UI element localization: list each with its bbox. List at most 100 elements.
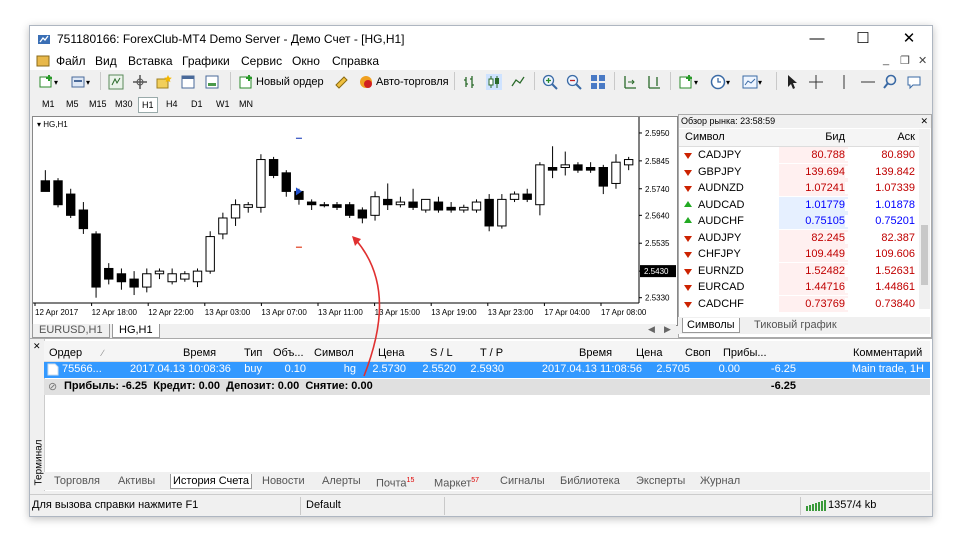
menu-help[interactable]: Справка [332,54,379,68]
tf-h4[interactable]: H4 [163,97,181,111]
menu-window[interactable]: Окно [292,54,320,68]
col-open-time[interactable]: Время [183,345,216,361]
new-chart-button[interactable]: ▾ [38,73,58,91]
zoom-in-button[interactable] [542,73,558,91]
navigator-button[interactable] [132,73,148,91]
menu-view[interactable]: Вид [95,54,117,68]
market-row-audcad[interactable]: AUDCAD 1.01779 1.01878 [679,196,919,213]
market-watch-button[interactable] [108,73,124,91]
tab-alerts[interactable]: Алерты [322,474,361,488]
tab-account-history[interactable]: История Счета [170,474,253,489]
menu-file[interactable]: Файл [56,54,86,68]
tf-w1[interactable]: W1 [213,97,233,111]
auto-trading-button[interactable]: Авто-торговля [358,73,449,91]
close-button[interactable]: ✕ [886,26,932,52]
tf-m15[interactable]: M15 [86,97,110,111]
chat-button[interactable] [906,73,922,91]
candlestick-button[interactable] [486,73,502,91]
metaeditor-button[interactable] [334,73,350,91]
col-bid[interactable]: Бид [779,131,845,143]
crosshair-button[interactable] [808,73,824,91]
col-tp[interactable]: T / P [480,345,503,361]
bar-chart-button[interactable] [462,73,478,91]
tab-exposure[interactable]: Активы [118,474,155,488]
auto-scroll-button[interactable] [622,73,638,91]
market-row-cadchf[interactable]: CADCHF 0.73769 0.73840 [679,295,919,312]
tf-d1[interactable]: D1 [188,97,206,111]
chart-tabs: EURUSD,H1 HG,H1 ◀ ▶ [32,324,676,338]
periods-button[interactable]: ▾ [710,73,730,91]
col-order[interactable]: Ордер [49,345,82,361]
menu-tools[interactable]: Сервис [241,54,282,68]
tab-mailbox[interactable]: Почта15 [376,474,414,490]
mdi-minimize-button[interactable]: _ [883,54,889,66]
market-row-eurcad[interactable]: EURCAD 1.44716 1.44861 [679,279,919,295]
tab-journal[interactable]: Журнал [700,474,740,488]
price-chart[interactable]: ▾ HG,H1 2.5950 2.5845 2.5740 2.5640 2.5535 2.5… [32,116,678,326]
menu-insert[interactable]: Вставка [128,54,173,68]
close-icon[interactable]: ✕ [920,115,928,128]
chart-shift-button[interactable] [646,73,662,91]
tf-m30[interactable]: M30 [112,97,136,111]
vertical-line-button[interactable] [836,73,852,91]
scroll-right-icon[interactable]: ▶ [664,324,671,335]
terminal-close-icon[interactable]: ✕ [33,341,41,352]
tab-library[interactable]: Библиотека [560,474,620,488]
search-button[interactable] [882,73,898,91]
market-row-audjpy[interactable]: AUDJPY 82.245 82.387 [679,229,919,246]
market-row-audnzd[interactable]: AUDNZD 1.07241 1.07339 [679,180,919,196]
candlestick-chart[interactable]: ▾ HG,H1 2.5950 2.5845 2.5740 2.5640 2.5535 2.5… [33,117,677,325]
tf-h1[interactable]: H1 [138,97,158,113]
col-profit[interactable]: Прибы... [723,345,767,361]
tab-news[interactable]: Новости [262,474,305,488]
market-row-cadjpy[interactable]: CADJPY 80.788 80.890 [679,147,919,163]
tab-experts[interactable]: Эксперты [636,474,685,488]
col-type[interactable]: Тип [244,345,262,361]
terminal-toggle-button[interactable] [180,73,196,91]
col-symbol[interactable]: Символ [314,345,354,361]
market-row-eurnzd[interactable]: EURNZD 1.52482 1.52631 [679,262,919,279]
menu-charts[interactable]: Графики [182,54,230,68]
tile-windows-button[interactable] [590,73,606,91]
scroll-left-icon[interactable]: ◀ [648,324,655,335]
col-ask[interactable]: Аск [845,131,915,143]
status-profile[interactable]: Default [306,499,341,511]
minimize-button[interactable]: — [794,26,840,52]
tab-market[interactable]: Маркет57 [434,474,479,490]
profiles-button[interactable]: ▾ [70,73,90,91]
horizontal-line-button[interactable] [860,73,876,91]
col-comment[interactable]: Комментарий [853,345,922,361]
tf-mn[interactable]: MN [236,97,256,111]
col-swap[interactable]: Своп [685,345,711,361]
line-chart-button[interactable] [510,73,526,91]
tester-button[interactable] [204,73,220,91]
col-close-price[interactable]: Цена [636,345,662,361]
tab-symbols[interactable]: Символы [682,318,740,333]
tab-tick-chart[interactable]: Тиковый график [750,318,841,332]
cursor-button[interactable] [784,73,800,91]
indicators-button[interactable]: ▾ [678,73,698,91]
order-row[interactable]: 75566... 2017.04.13 10:08:36 buy 0.10 hg… [44,362,930,378]
zoom-out-button[interactable] [566,73,582,91]
new-order-button[interactable]: Новый ордер [238,73,324,91]
favorites-button[interactable] [156,73,172,91]
tf-m1[interactable]: M1 [39,97,58,111]
tf-m5[interactable]: M5 [63,97,82,111]
mdi-close-button[interactable]: ✕ [918,54,927,67]
chart-tab-eurusd[interactable]: EURUSD,H1 [32,324,110,338]
chart-tab-hg[interactable]: HG,H1 [112,324,160,338]
col-close-time[interactable]: Время [579,345,612,361]
tab-trade[interactable]: Торговля [54,474,100,488]
mdi-restore-button[interactable]: ❐ [900,54,910,67]
col-sl[interactable]: S / L [430,345,453,361]
market-watch-scroll-thumb[interactable] [921,225,928,285]
market-row-gbpjpy[interactable]: GBPJPY 139.694 139.842 [679,163,919,180]
col-open-price[interactable]: Цена [378,345,404,361]
market-row-audchf[interactable]: AUDCHF 0.75105 0.75201 [679,213,919,229]
tab-signals[interactable]: Сигналы [500,474,545,488]
col-volume[interactable]: Объ... [273,345,304,361]
maximize-button[interactable]: ☐ [840,26,886,52]
market-row-chfjpy[interactable]: CHFJPY 109.449 109.606 [679,246,919,262]
templates-button[interactable]: ▾ [742,73,762,91]
col-symbol[interactable]: Символ [685,131,725,143]
